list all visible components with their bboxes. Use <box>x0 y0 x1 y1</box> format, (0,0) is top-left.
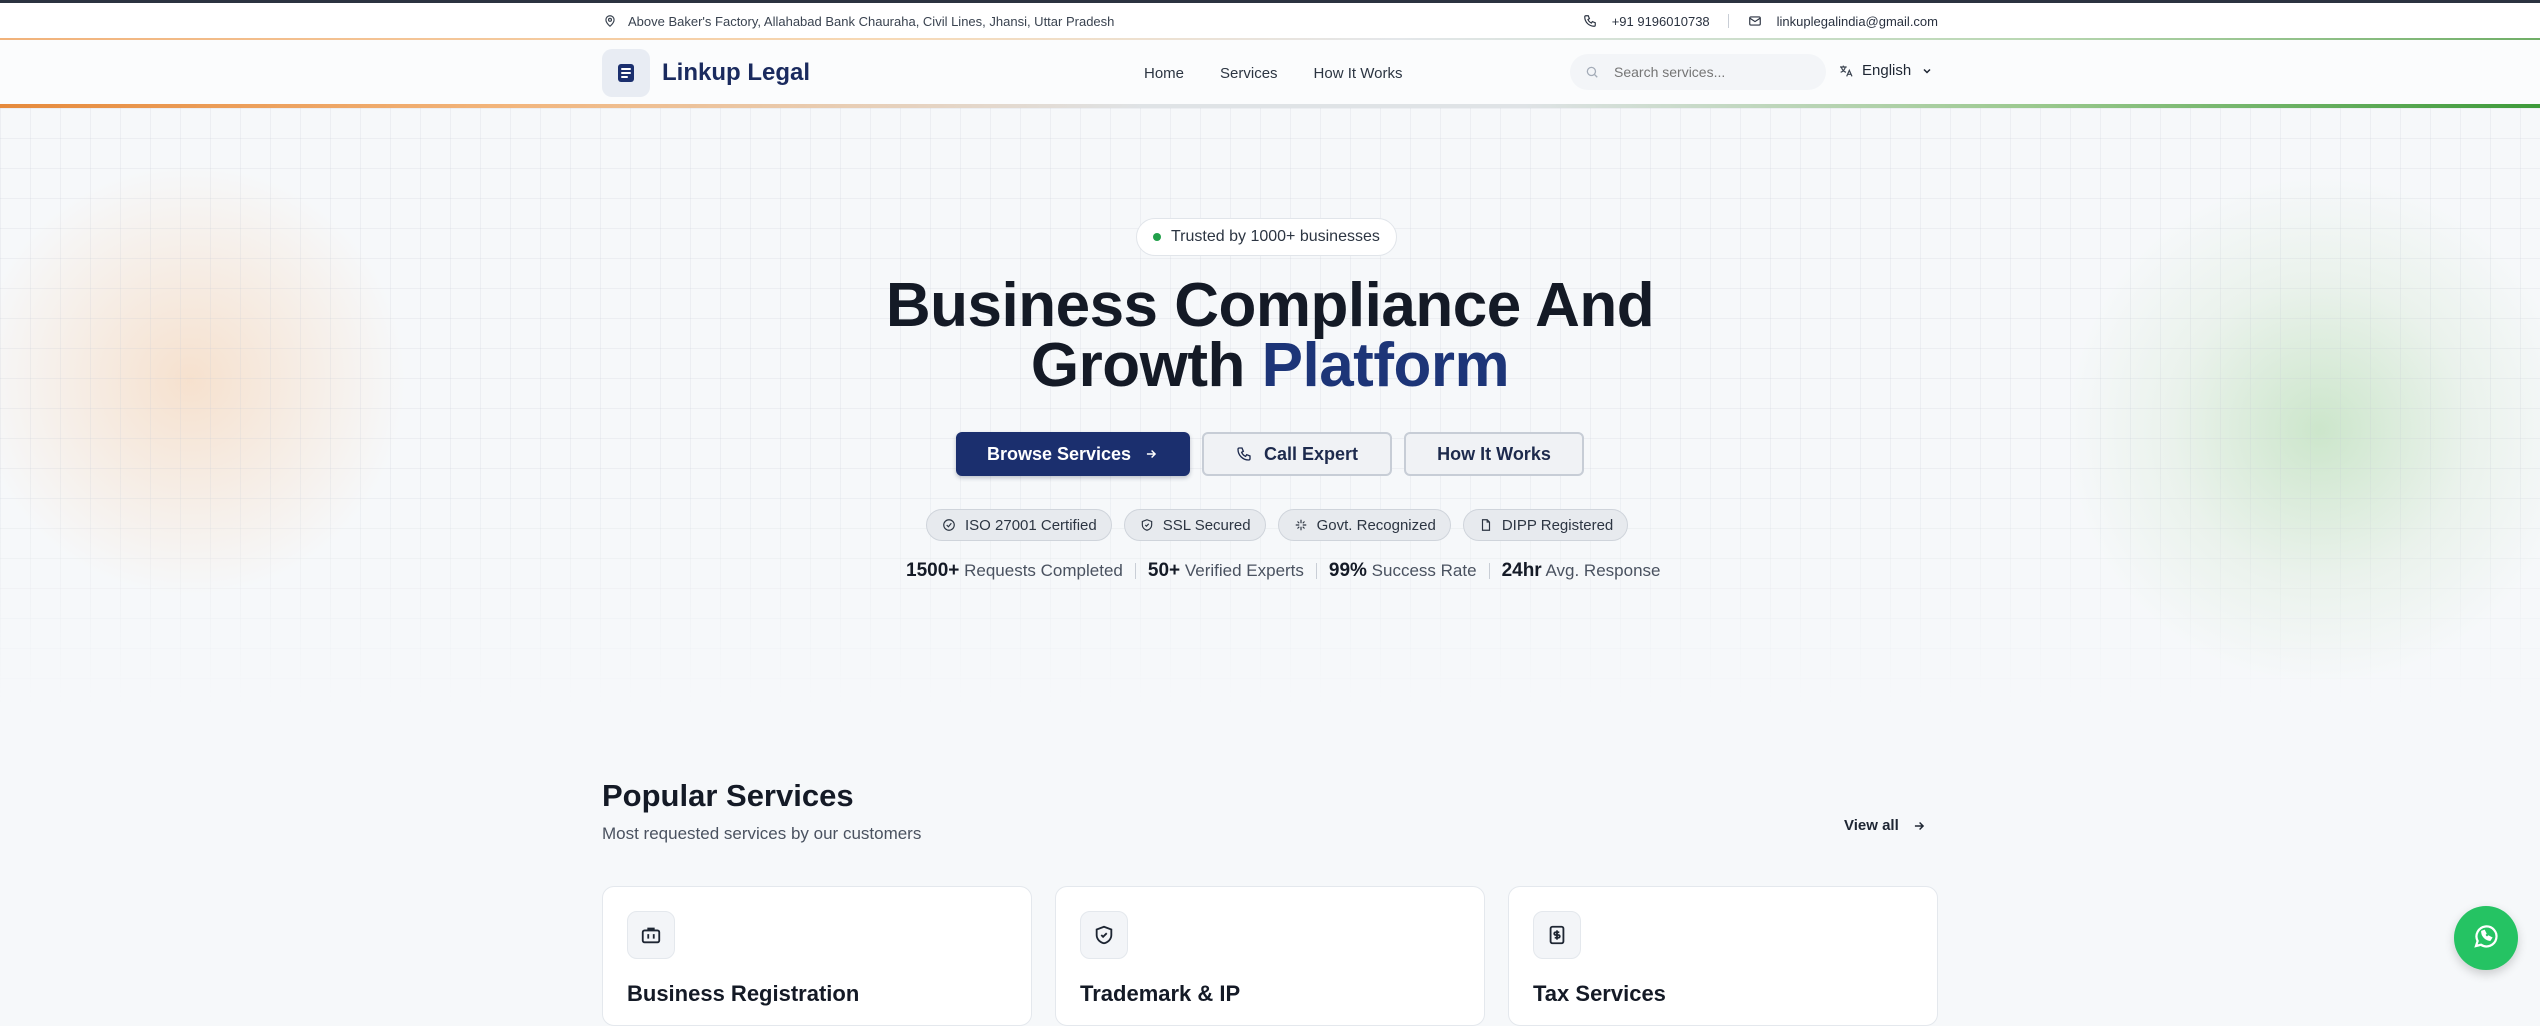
language-label: English <box>1862 62 1912 79</box>
nav-home[interactable]: Home <box>1144 65 1184 82</box>
service-card[interactable]: Trademark & IP <box>1055 886 1485 1026</box>
nav-services[interactable]: Services <box>1220 65 1278 82</box>
stats-row: 1500+ Requests Completed 50+ Verified Ex… <box>906 560 1660 582</box>
search-input[interactable] <box>1612 63 1812 81</box>
brand-name: Linkup Legal <box>662 59 811 86</box>
chip-ssl: SSL Secured <box>1123 509 1266 541</box>
stat-requests: 1500+ Requests Completed <box>906 560 1123 582</box>
divider <box>1727 14 1729 28</box>
email-link[interactable]: linkuplegalindia@gmail.com <box>1777 14 1938 29</box>
divider <box>1488 563 1490 579</box>
search-box[interactable] <box>1570 54 1826 90</box>
stat-value: 99% <box>1328 560 1367 581</box>
arrow-right-icon <box>1911 818 1927 834</box>
nav-how-it-works[interactable]: How It Works <box>1314 65 1403 82</box>
whatsapp-chat-button[interactable] <box>2454 906 2518 970</box>
chip-iso: ISO 27001 Certified <box>926 509 1112 541</box>
stat-label: Requests Completed <box>964 561 1123 580</box>
language-selector[interactable]: English <box>1838 62 1935 79</box>
shield-check-icon <box>1080 911 1128 959</box>
hero-title-line2: Growth Platform <box>770 335 1770 397</box>
brand-logo[interactable]: Linkup Legal <box>602 49 810 97</box>
shield-check-icon <box>1139 517 1155 533</box>
browse-services-button[interactable]: Browse Services <box>956 432 1190 476</box>
receipt-icon <box>1533 911 1581 959</box>
service-card-title: Trademark & IP <box>1080 981 1241 1006</box>
mail-icon <box>1747 13 1763 29</box>
check-circle-icon <box>941 517 957 533</box>
section-subtitle: Most requested services by our customers <box>602 824 922 843</box>
stat-value: 24hr <box>1501 560 1542 581</box>
chip-ssl-label: SSL Secured <box>1162 516 1251 534</box>
service-card[interactable]: Tax Services <box>1508 886 1938 1026</box>
service-card-title: Business Registration <box>627 981 860 1006</box>
site-header: Linkup Legal Home Services How It Works … <box>0 40 2540 108</box>
hero-title-plain: Growth <box>1030 331 1262 400</box>
hero-title-line1: Business Compliance And <box>885 271 1655 340</box>
main-nav: Home Services How It Works <box>1144 65 1402 82</box>
top-info-bar: Above Baker's Factory, Allahabad Bank Ch… <box>0 0 2540 40</box>
chevron-down-icon <box>1919 63 1935 79</box>
divider <box>1134 563 1136 579</box>
map-pin-icon <box>602 13 618 29</box>
sparkles-icon <box>1293 517 1309 533</box>
how-it-works-label: How It Works <box>1437 443 1551 464</box>
service-card-title: Tax Services <box>1533 981 1666 1006</box>
stat-label: Avg. Response <box>1545 561 1661 580</box>
stat-experts: 50+ Verified Experts <box>1148 560 1304 582</box>
hero-title-accent: Platform <box>1261 331 1510 400</box>
call-expert-button[interactable]: Call Expert <box>1202 432 1392 476</box>
stat-value: 1500+ <box>906 560 960 581</box>
briefcase-icon <box>627 911 675 959</box>
browse-services-label: Browse Services <box>986 443 1132 464</box>
service-card[interactable]: Business Registration <box>602 886 1032 1026</box>
divider <box>1315 563 1317 579</box>
certification-chips: ISO 27001 Certified SSL Secured Govt. Re… <box>926 509 1629 541</box>
document-icon <box>602 49 650 97</box>
contact-block: +91 9196010738 linkuplegalindia@gmail.co… <box>1582 13 1938 29</box>
section-title: Popular Services <box>602 778 854 813</box>
stat-label: Success Rate <box>1371 561 1477 580</box>
stat-label: Verified Experts <box>1184 561 1304 580</box>
call-expert-label: Call Expert <box>1263 443 1359 464</box>
phone-icon <box>1582 13 1598 29</box>
hero-title: Business Compliance And Growth Platform <box>770 271 1770 397</box>
search-icon <box>1584 64 1600 80</box>
trust-badge-label: Trusted by 1000+ businesses <box>1171 228 1380 245</box>
address-block: Above Baker's Factory, Allahabad Bank Ch… <box>602 13 1114 29</box>
view-all-label: View all <box>1844 817 1899 834</box>
file-icon <box>1478 517 1494 533</box>
whatsapp-icon <box>2471 921 2501 956</box>
decor-grid <box>0 108 2540 708</box>
trust-badge: Trusted by 1000+ businesses <box>1136 218 1397 256</box>
status-dot <box>1153 233 1161 241</box>
translate-icon <box>1838 63 1854 79</box>
arrow-right-icon <box>1143 446 1159 462</box>
how-it-works-button[interactable]: How It Works <box>1404 432 1584 476</box>
chip-iso-label: ISO 27001 Certified <box>965 516 1097 534</box>
phone-icon <box>1236 446 1252 462</box>
chip-dipp-label: DIPP Registered <box>1501 516 1614 534</box>
chip-govt-label: Govt. Recognized <box>1316 516 1436 534</box>
chip-govt: Govt. Recognized <box>1277 509 1451 541</box>
stat-response: 24hr Avg. Response <box>1502 560 1661 582</box>
address-text: Above Baker's Factory, Allahabad Bank Ch… <box>628 13 1115 29</box>
stat-value: 50+ <box>1147 560 1181 581</box>
view-all-link[interactable]: View all <box>1844 817 1927 834</box>
chip-dipp: DIPP Registered <box>1462 509 1629 541</box>
stat-success: 99% Success Rate <box>1329 560 1477 582</box>
phone-link[interactable]: +91 9196010738 <box>1612 14 1710 29</box>
